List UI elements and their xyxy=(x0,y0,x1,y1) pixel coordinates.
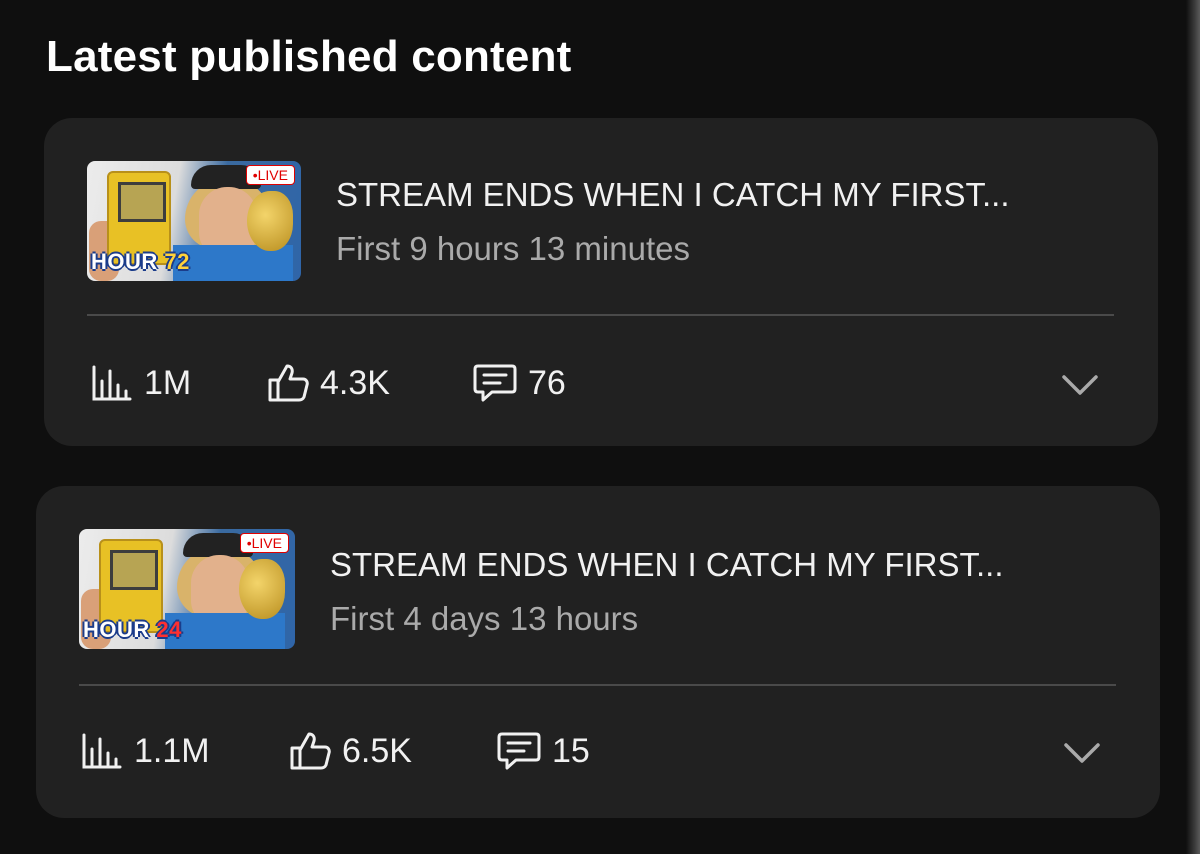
divider xyxy=(87,314,1114,316)
likes-stat: 4.3K xyxy=(266,361,390,405)
views-stat: 1M xyxy=(90,361,191,405)
video-card[interactable]: •LIVE HOUR 72 STREAM ENDS WHEN I CATCH M… xyxy=(44,118,1158,446)
comments-stat: 15 xyxy=(496,729,590,773)
thumbs-up-icon xyxy=(290,732,331,770)
comment-icon xyxy=(473,364,517,402)
bar-chart-icon xyxy=(92,365,132,401)
live-badge: •LIVE xyxy=(245,165,295,185)
video-title[interactable]: STREAM ENDS WHEN I CATCH MY FIRST... xyxy=(330,546,1004,584)
video-thumbnail[interactable]: •LIVE HOUR 72 xyxy=(87,161,301,281)
video-card[interactable]: •LIVE HOUR 24 STREAM ENDS WHEN I CATCH M… xyxy=(36,486,1160,818)
window-edge xyxy=(1186,0,1200,854)
thumbnail-hour-text: HOUR 24 xyxy=(83,617,182,642)
thumbnail-statue xyxy=(239,559,285,619)
bar-chart-icon xyxy=(82,733,122,769)
likes-count: 4.3K xyxy=(320,363,390,402)
thumbnail-statue xyxy=(247,191,293,251)
comments-count: 76 xyxy=(528,363,566,402)
section-title: Latest published content xyxy=(46,32,572,81)
video-thumbnail[interactable]: •LIVE HOUR 24 xyxy=(79,529,295,649)
live-badge: •LIVE xyxy=(239,533,289,553)
divider xyxy=(79,684,1116,686)
comment-icon xyxy=(497,732,541,770)
chevron-down-icon[interactable] xyxy=(1060,365,1100,405)
comments-stat: 76 xyxy=(472,361,566,405)
views-count: 1.1M xyxy=(134,731,210,770)
chevron-down-icon[interactable] xyxy=(1062,733,1102,773)
views-count: 1M xyxy=(144,363,192,402)
video-period: First 4 days 13 hours xyxy=(330,600,639,637)
comments-count: 15 xyxy=(552,731,590,770)
likes-count: 6.5K xyxy=(342,731,412,770)
thumbs-up-icon xyxy=(268,364,309,402)
likes-stat: 6.5K xyxy=(288,729,412,773)
views-stat: 1.1M xyxy=(80,729,210,773)
video-title[interactable]: STREAM ENDS WHEN I CATCH MY FIRST... xyxy=(336,176,1010,214)
thumbnail-hour-text: HOUR 72 xyxy=(91,249,190,274)
video-period: First 9 hours 13 minutes xyxy=(336,230,690,267)
